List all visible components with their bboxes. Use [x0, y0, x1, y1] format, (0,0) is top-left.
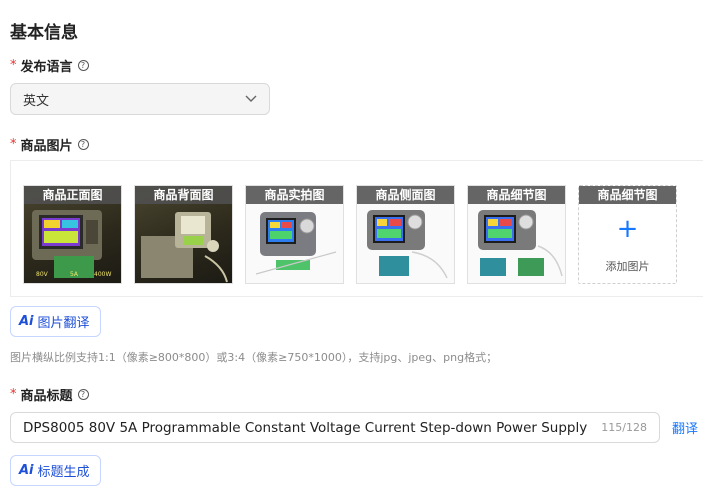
- svg-text:400W: 400W: [94, 271, 111, 278]
- publish-language-value: 英文: [23, 93, 50, 109]
- image-translate-button-label: 图片翻译: [37, 316, 90, 331]
- character-counter: 115/128: [601, 421, 647, 434]
- publish-language-select[interactable]: 英文: [10, 83, 270, 115]
- image-caption: 商品细节图: [579, 186, 676, 204]
- product-image-back[interactable]: 商品背面图: [134, 185, 233, 284]
- required-mark: *: [10, 387, 17, 402]
- product-title-label-text: 商品标题: [20, 389, 73, 404]
- product-title-value: DPS8005 80V 5A Programmable Constant Vol…: [23, 419, 588, 436]
- ai-icon: Ai: [19, 463, 34, 478]
- publish-language-label-text: 发布语言: [20, 60, 73, 75]
- required-mark: *: [10, 137, 17, 152]
- product-title-input[interactable]: DPS8005 80V 5A Programmable Constant Vol…: [10, 412, 660, 443]
- image-caption: 商品实拍图: [246, 186, 343, 204]
- required-mark: *: [10, 58, 17, 73]
- image-requirements-hint: 图片横纵比例支持1:1（像素≥800*800）或3:4（像素≥750*1000）…: [10, 351, 498, 364]
- plus-icon: +: [616, 214, 639, 244]
- add-image-label: 添加图片: [605, 260, 650, 273]
- image-caption: 商品背面图: [135, 186, 232, 204]
- product-image-real[interactable]: 商品实拍图: [245, 185, 344, 284]
- svg-text:5A: 5A: [70, 271, 79, 278]
- image-caption: 商品正面图: [24, 186, 121, 204]
- add-image-slot[interactable]: 商品细节图 + 添加图片: [578, 185, 677, 284]
- section-title: 基本信息: [10, 23, 78, 43]
- product-images-label-text: 商品图片: [20, 139, 73, 154]
- question-circle-icon[interactable]: ?: [77, 139, 89, 150]
- ai-icon: Ai: [19, 314, 34, 329]
- publish-language-label: * 发布语言 ?: [10, 56, 89, 75]
- question-circle-icon[interactable]: ?: [77, 60, 89, 71]
- product-image-side[interactable]: 商品侧面图: [356, 185, 455, 284]
- product-images-label: * 商品图片 ?: [10, 135, 89, 154]
- image-translate-button[interactable]: Ai 图片翻译: [10, 306, 101, 337]
- question-circle-icon[interactable]: ?: [77, 389, 89, 400]
- svg-text:80V: 80V: [36, 271, 49, 278]
- product-image-detail[interactable]: 商品细节图: [467, 185, 566, 284]
- product-image-front[interactable]: 80V 5A 400W 商品正面图: [23, 185, 122, 284]
- image-caption: 商品细节图: [468, 186, 565, 204]
- title-translate-link[interactable]: 翻译: [672, 418, 698, 437]
- title-generate-button-label: 标题生成: [37, 465, 90, 480]
- product-title-label: * 商品标题 ?: [10, 385, 89, 404]
- image-caption: 商品侧面图: [357, 186, 454, 204]
- product-images-panel: 80V 5A 400W 商品正面图 商品背面图 商品实拍图 商品侧面图 商品细节…: [10, 160, 703, 297]
- title-generate-button[interactable]: Ai 标题生成: [10, 455, 101, 486]
- chevron-down-icon: [245, 95, 257, 102]
